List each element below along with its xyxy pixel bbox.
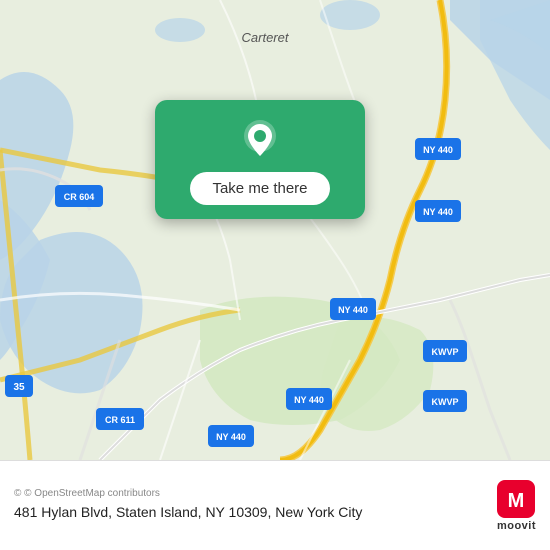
info-bar: © © OpenStreetMap contributors 481 Hylan…	[0, 460, 550, 550]
svg-text:35: 35	[13, 382, 25, 393]
take-me-there-button[interactable]: Take me there	[190, 172, 329, 205]
map-area: NY 440 NY 440 NY 440 NY 440 NY 440 CR 60…	[0, 0, 550, 460]
svg-text:Carteret: Carteret	[242, 30, 290, 45]
svg-text:CR 604: CR 604	[64, 192, 95, 202]
svg-text:NY 440: NY 440	[294, 395, 324, 405]
svg-text:NY 440: NY 440	[423, 207, 453, 217]
moovit-logo: M moovit	[497, 480, 536, 532]
svg-text:KWVP: KWVP	[432, 397, 459, 407]
navigation-card: Take me there	[155, 100, 365, 219]
copyright-icon: ©	[14, 488, 21, 499]
svg-text:KWVP: KWVP	[432, 347, 459, 357]
svg-text:NY 440: NY 440	[423, 145, 453, 155]
svg-text:CR 611: CR 611	[105, 415, 135, 425]
svg-text:M: M	[508, 490, 525, 512]
copyright-text: © © OpenStreetMap contributors	[14, 488, 487, 499]
map-svg: NY 440 NY 440 NY 440 NY 440 NY 440 CR 60…	[0, 0, 550, 460]
address-text: 481 Hylan Blvd, Staten Island, NY 10309,…	[14, 503, 487, 523]
address-block: © © OpenStreetMap contributors 481 Hylan…	[14, 488, 487, 523]
moovit-icon: M	[497, 480, 535, 518]
svg-text:NY 440: NY 440	[338, 305, 368, 315]
moovit-brand-text: moovit	[497, 520, 536, 532]
location-pin-icon	[238, 118, 282, 162]
svg-text:NY 440: NY 440	[216, 432, 246, 442]
